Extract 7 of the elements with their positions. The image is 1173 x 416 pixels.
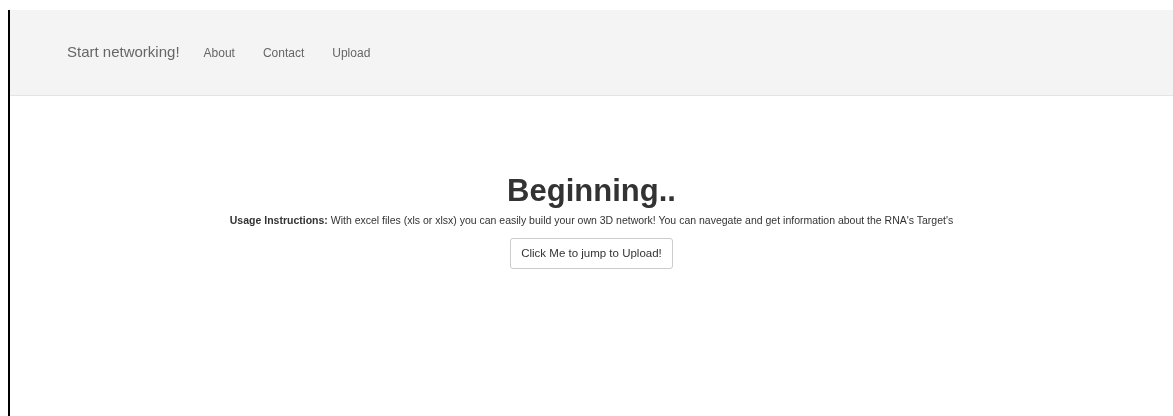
nav-link[interactable]: Upload xyxy=(318,43,385,62)
upload-jump-button[interactable]: Click Me to jump to Upload! xyxy=(510,237,673,270)
usage-instructions: Usage Instructions: With excel files (xls or xlsx) you can easily build your own 3D network! You can navegate and get information about the RNA's Target's xyxy=(228,213,955,229)
nav-link[interactable]: Contact xyxy=(248,43,319,62)
page-heading: Beginning.. xyxy=(506,172,677,210)
brand-link[interactable]: Start networking! xyxy=(67,41,180,64)
nav-link[interactable]: About xyxy=(191,43,249,62)
